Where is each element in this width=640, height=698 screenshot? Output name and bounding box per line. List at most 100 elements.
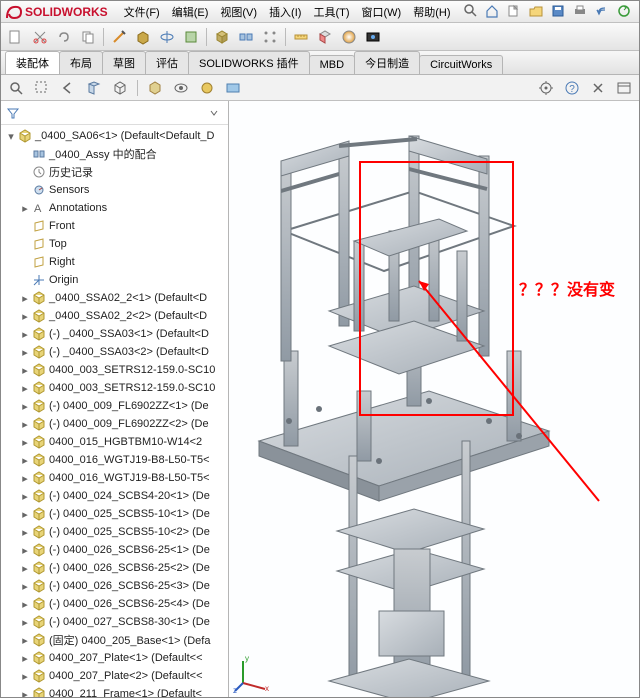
menu-view[interactable]: 视图(V) — [214, 4, 263, 20]
tree-right-plane[interactable]: Right — [1, 253, 228, 271]
expand-icon[interactable]: ▸ — [19, 382, 31, 395]
tree-part[interactable]: ▸(-) 0400_024_SCBS4-20<1> (De — [1, 487, 228, 505]
search-icon[interactable] — [463, 3, 477, 20]
tree-top-plane[interactable]: Top — [1, 235, 228, 253]
tree-part[interactable]: ▸_0400_SSA02_2<1> (Default<D — [1, 289, 228, 307]
tree-part[interactable]: ▸0400_211_Frame<1> (Default< — [1, 685, 228, 697]
tree-part[interactable]: ▸(-) 0400_026_SCBS6-25<4> (De — [1, 595, 228, 613]
cut-icon[interactable] — [31, 28, 49, 46]
view-orient-icon[interactable] — [111, 79, 129, 97]
tree-part[interactable]: ▸(-) _0400_SSA03<2> (Default<D — [1, 343, 228, 361]
render-icon[interactable] — [364, 28, 382, 46]
sketch-icon[interactable] — [110, 28, 128, 46]
help-icon[interactable]: ? — [563, 79, 581, 97]
menu-window[interactable]: 窗口(W) — [356, 4, 408, 20]
filter-icon[interactable] — [5, 105, 21, 121]
undo-icon[interactable] — [595, 4, 611, 20]
tree-part[interactable]: ▸0400_015_HGBTBM10-W14<2 — [1, 433, 228, 451]
expand-icon[interactable]: ▸ — [19, 400, 31, 413]
expand-icon[interactable]: ▸ — [19, 346, 31, 359]
extrude-icon[interactable] — [134, 28, 152, 46]
tab-today[interactable]: 今日制造 — [354, 51, 420, 74]
rebuild-icon[interactable] — [617, 4, 633, 20]
expand-icon[interactable]: ▸ — [19, 490, 31, 503]
tree-part[interactable]: ▸_0400_SSA02_2<2> (Default<D — [1, 307, 228, 325]
tree-origin[interactable]: Origin — [1, 271, 228, 289]
expand-icon[interactable]: ▸ — [19, 472, 31, 485]
tree-part[interactable]: ▸(-) 0400_026_SCBS6-25<1> (De — [1, 541, 228, 559]
tab-mbd[interactable]: MBD — [309, 55, 355, 74]
expand-icon[interactable]: ▸ — [19, 670, 31, 683]
expand-icon[interactable]: ▸ — [19, 634, 31, 647]
revolve-icon[interactable] — [158, 28, 176, 46]
expand-icon[interactable]: ▸ — [19, 508, 31, 521]
appearance-icon[interactable] — [340, 28, 358, 46]
apply-scene-icon[interactable] — [224, 79, 242, 97]
x-icon[interactable] — [589, 79, 607, 97]
expand-icon[interactable]: ▸ — [19, 580, 31, 593]
expand-icon[interactable]: ▸ — [19, 292, 31, 305]
tree-annotations[interactable]: ▸AAnnotations — [1, 199, 228, 217]
expand-icon[interactable]: ▸ — [19, 616, 31, 629]
tab-evaluate[interactable]: 评估 — [145, 51, 189, 74]
tree-part[interactable]: ▸(-) 0400_009_FL6902ZZ<2> (De — [1, 415, 228, 433]
tab-circuitworks[interactable]: CircuitWorks — [419, 55, 503, 74]
tree-part[interactable]: ▸(-) 0400_025_SCBS5-10<2> (De — [1, 523, 228, 541]
expand-icon[interactable]: ▸ — [19, 328, 31, 341]
expand-icon[interactable]: ▸ — [19, 310, 31, 323]
save-icon[interactable] — [551, 4, 567, 20]
home-icon[interactable] — [485, 4, 501, 20]
tree-part[interactable]: ▸(-) _0400_SSA03<1> (Default<D — [1, 325, 228, 343]
view-triad[interactable]: y x z — [233, 653, 273, 693]
new-doc-icon[interactable] — [7, 28, 25, 46]
print-icon[interactable] — [573, 4, 589, 20]
view-settings-icon[interactable] — [537, 79, 555, 97]
menu-insert[interactable]: 插入(I) — [263, 4, 307, 20]
expand-icon[interactable]: ▸ — [19, 562, 31, 575]
expand-icon[interactable]: ▸ — [19, 544, 31, 557]
section-view-icon[interactable] — [85, 79, 103, 97]
tree-part[interactable]: ▸0400_003_SETRS12-159.0-SC10 — [1, 379, 228, 397]
expand-icon[interactable]: ▸ — [19, 598, 31, 611]
tree-part[interactable]: ▸(固定) 0400_205_Base<1> (Defa — [1, 631, 228, 649]
open-icon[interactable] — [529, 4, 545, 20]
zoom-area-icon[interactable] — [33, 79, 51, 97]
measure-icon[interactable] — [292, 28, 310, 46]
tree-sensors[interactable]: Sensors — [1, 181, 228, 199]
section-icon[interactable] — [316, 28, 334, 46]
expand-icon[interactable]: ▸ — [19, 688, 31, 698]
menu-tools[interactable]: 工具(T) — [307, 4, 355, 20]
tree-part[interactable]: ▸(-) 0400_026_SCBS6-25<2> (De — [1, 559, 228, 577]
tree-part[interactable]: ▸(-) 0400_025_SCBS5-10<1> (De — [1, 505, 228, 523]
tree-history[interactable]: 历史记录 — [1, 163, 228, 181]
expand-icon[interactable]: ▸ — [19, 652, 31, 665]
mate-icon[interactable] — [237, 28, 255, 46]
hide-show-icon[interactable] — [172, 79, 190, 97]
feature-icon[interactable] — [182, 28, 200, 46]
expand-icon[interactable]: ▸ — [19, 436, 31, 449]
menu-file[interactable]: 文件(F) — [118, 4, 166, 20]
window-icon[interactable] — [615, 79, 633, 97]
tree-part[interactable]: ▸0400_003_SETRS12-159.0-SC10 — [1, 361, 228, 379]
tree-part[interactable]: ▸0400_207_Plate<1> (Default<< — [1, 649, 228, 667]
expand-icon[interactable]: ▸ — [19, 454, 31, 467]
tab-layout[interactable]: 布局 — [59, 51, 103, 74]
menu-edit[interactable]: 编辑(E) — [166, 4, 215, 20]
expand-icon[interactable]: ▸ — [19, 526, 31, 539]
tab-addins[interactable]: SOLIDWORKS 插件 — [188, 51, 310, 74]
menu-help[interactable]: 帮助(H) — [407, 4, 456, 20]
feature-tree[interactable]: ▾ _0400_SA06<1> (Default<Default_D _0400… — [1, 125, 228, 697]
prev-view-icon[interactable] — [59, 79, 77, 97]
assembly-icon[interactable] — [213, 28, 231, 46]
tab-sketch[interactable]: 草图 — [102, 51, 146, 74]
display-style-icon[interactable] — [146, 79, 164, 97]
zoom-fit-icon[interactable] — [7, 79, 25, 97]
new-icon[interactable] — [507, 4, 523, 20]
pattern-icon[interactable] — [261, 28, 279, 46]
edit-appearance-icon[interactable] — [198, 79, 216, 97]
tree-part[interactable]: ▸(-) 0400_027_SCBS8-30<1> (De — [1, 613, 228, 631]
expand-icon[interactable]: ▸ — [19, 202, 31, 215]
tree-part[interactable]: ▸(-) 0400_009_FL6902ZZ<1> (De — [1, 397, 228, 415]
tree-root[interactable]: ▾ _0400_SA06<1> (Default<Default_D — [1, 127, 228, 145]
tab-assembly[interactable]: 装配体 — [5, 51, 60, 74]
